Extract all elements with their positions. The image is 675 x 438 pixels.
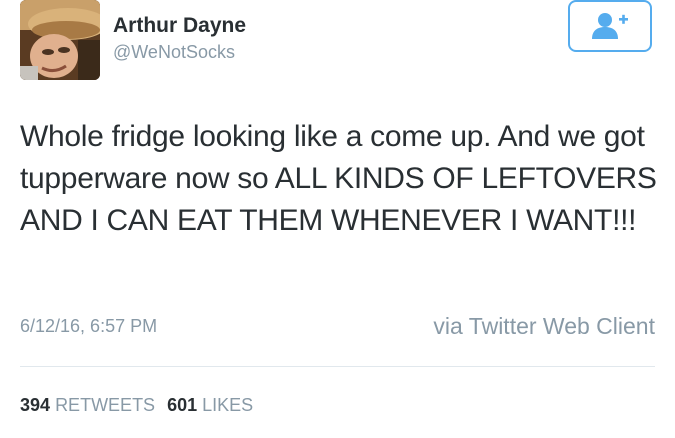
divider: [20, 366, 655, 367]
add-user-icon: [592, 13, 628, 39]
author-info: Arthur Dayne @WeNotSocks: [113, 13, 246, 64]
retweets-count: 394: [20, 395, 51, 415]
avatar[interactable]: [20, 0, 100, 80]
author-name[interactable]: Arthur Dayne: [113, 13, 246, 39]
tweet-stats: 394 RETWEETS 601 LIKES: [20, 395, 253, 416]
author-handle[interactable]: @WeNotSocks: [113, 40, 246, 64]
profile-photo-icon: [20, 0, 100, 80]
likes-count: 601: [167, 395, 198, 415]
likes-label: LIKES: [202, 395, 254, 415]
tweet-card: Arthur Dayne @WeNotSocks Whole fridge lo…: [0, 0, 675, 438]
follow-button[interactable]: [568, 0, 652, 52]
likes-stat[interactable]: 601 LIKES: [167, 395, 253, 415]
tweet-timestamp[interactable]: 6/12/16, 6:57 PM: [20, 316, 157, 337]
retweets-label: RETWEETS: [55, 395, 156, 415]
tweet-source[interactable]: via Twitter Web Client: [433, 313, 655, 340]
retweets-stat[interactable]: 394 RETWEETS: [20, 395, 155, 415]
tweet-text: Whole fridge looking like a come up. And…: [20, 120, 657, 237]
